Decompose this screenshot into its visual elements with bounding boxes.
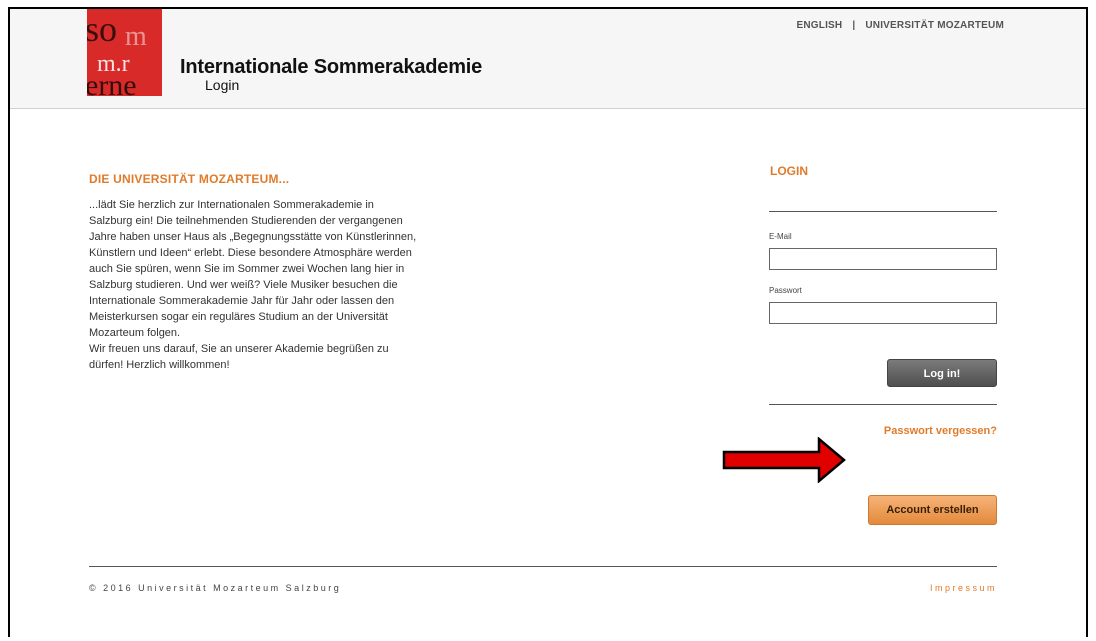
login-divider-top [769,211,997,212]
english-link[interactable]: ENGLISH [797,20,843,31]
site-title: Internationale Sommerakademie [180,56,483,78]
password-label: Passwort [769,286,802,295]
email-field[interactable] [769,248,997,270]
svg-text:so: so [87,9,117,49]
email-label: E-Mail [769,232,792,241]
svg-text:m: m [125,21,147,52]
intro-text: ...lädt Sie herzlich zur Internationalen… [89,199,417,371]
login-button[interactable]: Log in! [887,359,997,387]
logo[interactable]: so m m.r erne [87,9,162,96]
password-field[interactable] [769,302,997,324]
login-divider-bottom [769,404,997,405]
nav-separator: | [852,20,856,31]
forgot-password-link[interactable]: Passwort vergessen? [884,425,997,437]
intro-heading: DIE UNIVERSITÄT MOZARTEUM... [89,172,290,186]
university-link[interactable]: UNIVERSITÄT MOZARTEUM [865,20,1004,31]
create-account-button[interactable]: Account erstellen [868,495,997,525]
copyright-text: © 2016 Universität Mozarteum Salzburg [89,583,342,593]
login-heading: LOGIN [770,164,808,178]
footer-divider [89,566,997,567]
impressum-link[interactable]: Impressum [930,583,997,593]
red-arrow-annotation-icon [722,437,846,483]
top-navigation: ENGLISH | UNIVERSITÄT MOZARTEUM [797,20,1005,31]
svg-text:erne: erne [87,69,137,96]
page-subtitle: Login [205,77,240,93]
